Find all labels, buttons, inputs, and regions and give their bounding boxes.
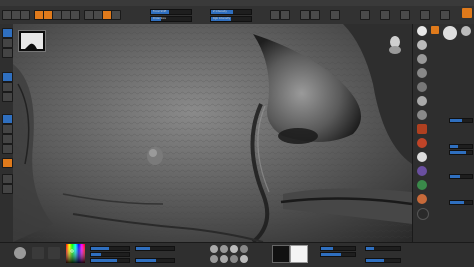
depth-mini-slider[interactable] <box>449 150 473 155</box>
draw-size-slider[interactable]: Draw Size <box>150 16 192 22</box>
zoom-view-icon[interactable] <box>2 134 13 144</box>
white-brush-icon[interactable] <box>417 26 427 36</box>
matcap-purple-icon[interactable] <box>417 166 427 176</box>
right-shelf <box>412 24 474 242</box>
intensity-mini-slider[interactable] <box>449 118 473 123</box>
dam-standard-icon[interactable] <box>417 96 427 106</box>
standard-brush-icon[interactable] <box>417 40 427 50</box>
alpha-off-icon[interactable] <box>48 247 60 259</box>
subdiv-mini-slider[interactable] <box>449 200 473 205</box>
z-intensity-label: Z Intensity <box>213 10 227 13</box>
sculpt-model <box>13 24 412 242</box>
move-view-icon[interactable] <box>2 124 13 134</box>
rotate-view-icon[interactable] <box>2 144 13 154</box>
brush-preset-1-icon[interactable] <box>210 245 218 253</box>
transp-button[interactable] <box>420 10 430 20</box>
rgb-intensity-label: Rgb Intensity <box>213 17 231 20</box>
bottom-slider-1[interactable] <box>90 246 130 251</box>
alpha-icon[interactable] <box>2 82 13 92</box>
smooth-brush-icon[interactable] <box>417 82 427 92</box>
matcap-white-icon[interactable] <box>417 152 427 162</box>
brush-preset-6-icon[interactable] <box>220 255 228 263</box>
total-points-button[interactable] <box>280 10 290 20</box>
palette-toggle-icon[interactable] <box>431 26 439 34</box>
main-color-swatch[interactable] <box>290 245 308 263</box>
brush-preset-3-icon[interactable] <box>230 245 238 253</box>
z-intensity-slider[interactable]: Z Intensity <box>210 9 252 15</box>
tool-icon[interactable] <box>2 28 13 38</box>
brush-preset-5-icon[interactable] <box>210 255 218 263</box>
bottom-slider-8[interactable] <box>365 246 401 251</box>
secondary-color-swatch[interactable] <box>272 245 290 263</box>
sym-x-icon[interactable] <box>2 72 13 82</box>
brush-sphere-icon[interactable] <box>14 247 26 259</box>
polyframe-icon[interactable] <box>2 158 13 168</box>
matcap-green-icon[interactable] <box>417 180 427 190</box>
bottom-slider-9[interactable] <box>365 258 401 263</box>
left-shelf <box>0 24 14 242</box>
thumbnail-silhouette-icon <box>21 33 43 49</box>
active-points-button[interactable] <box>270 10 280 20</box>
stroke-icon[interactable] <box>2 48 13 58</box>
mannequin-icon[interactable] <box>461 26 471 36</box>
ghost-icon[interactable] <box>2 184 13 194</box>
focal-shift-label: Focal Shift <box>153 10 167 13</box>
bottom-slider-4[interactable] <box>135 246 175 251</box>
dynamic-button[interactable] <box>300 10 310 20</box>
polyf-button[interactable] <box>400 10 410 20</box>
quick-sketch-button[interactable] <box>20 10 30 20</box>
inflate-brush-icon[interactable] <box>417 110 427 120</box>
material-skin-icon[interactable] <box>417 138 427 148</box>
rgb-intensity-slider[interactable]: Rgb Intensity <box>210 16 252 22</box>
texture-icon[interactable] <box>2 92 13 102</box>
symmetry-button[interactable] <box>330 10 340 20</box>
transparency-icon[interactable] <box>2 174 13 184</box>
floor-button[interactable] <box>380 10 390 20</box>
accent-color-chip[interactable] <box>462 8 472 18</box>
zsub-button[interactable] <box>111 10 121 20</box>
brush-preset-8-icon[interactable] <box>240 255 248 263</box>
stroke-dots-icon[interactable] <box>32 247 44 259</box>
solo-button[interactable] <box>440 10 450 20</box>
draw-size-label: Draw Size <box>153 17 166 20</box>
frame-icon[interactable] <box>2 114 13 124</box>
gizmo-head-icon[interactable] <box>388 34 402 54</box>
bottom-slider-7[interactable] <box>320 252 356 257</box>
brush-preset-7-icon[interactable] <box>230 255 238 263</box>
navigation-thumbnail[interactable] <box>18 30 46 52</box>
clay-brush-icon[interactable] <box>417 54 427 64</box>
gizmo-preview-icon[interactable] <box>443 26 457 40</box>
top-toolbar: Focal Shift Draw Size Z Intensity Rgb In… <box>0 6 474 25</box>
lazy-mouse-button[interactable] <box>310 10 320 20</box>
matcap-black-icon[interactable] <box>417 208 429 220</box>
material-red-icon[interactable] <box>417 124 427 134</box>
size-mini-slider[interactable] <box>449 144 473 149</box>
brush-icon[interactable] <box>2 38 13 48</box>
polish-mini-slider[interactable] <box>449 174 473 179</box>
brush-preset-2-icon[interactable] <box>220 245 228 253</box>
canvas-viewport[interactable] <box>13 24 412 242</box>
bottom-slider-5[interactable] <box>135 258 175 263</box>
move-brush-icon[interactable] <box>417 68 427 78</box>
bottom-slider-3[interactable] <box>90 258 130 263</box>
bottom-slider-2[interactable] <box>90 252 130 257</box>
bottom-slider-6[interactable] <box>320 246 356 251</box>
spotlight-button[interactable] <box>360 10 370 20</box>
matcap-orange-icon[interactable] <box>417 194 427 204</box>
color-picker-icon[interactable] <box>66 244 85 263</box>
rotate-button[interactable] <box>70 10 80 20</box>
focal-shift-slider[interactable]: Focal Shift <box>150 9 192 15</box>
brush-preset-4-icon[interactable] <box>240 245 248 253</box>
